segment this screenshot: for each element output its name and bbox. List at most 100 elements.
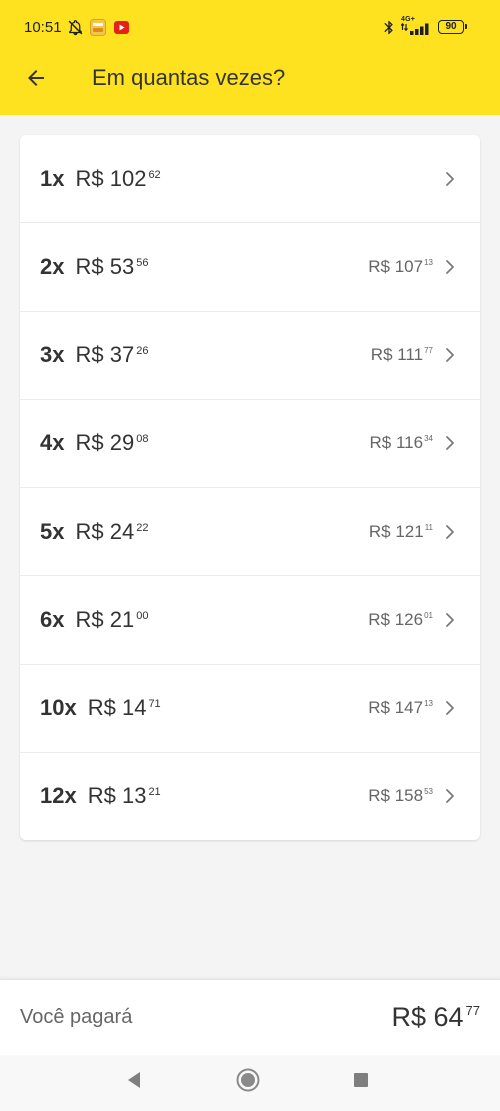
installment-amount: R$ 53 [75, 253, 135, 279]
installment-option-12x[interactable]: 12x R$ 13 21 R$ 158 53 [20, 753, 480, 840]
installment-total: R$ 147 13 [368, 698, 433, 718]
installment-right: R$ 147 13 [368, 698, 455, 718]
installment-count: 1x [40, 165, 65, 191]
installment-total: R$ 111 77 [371, 345, 433, 365]
installment-right: R$ 111 77 [371, 345, 455, 365]
app-notification-icon [90, 19, 106, 36]
chevron-right-icon [446, 348, 454, 363]
chevron-right-icon [446, 259, 454, 274]
installment-option-10x[interactable]: 10x R$ 14 71 R$ 147 13 [20, 665, 480, 753]
installment-amount: R$ 24 [75, 518, 135, 544]
installment-cents: 22 [136, 521, 149, 534]
installment-count: 6x [40, 606, 65, 632]
chevron-right-icon [446, 524, 454, 539]
installment-cents: 56 [136, 256, 149, 269]
app-header: 10:51 4G+ 90 Em quantas vezes? [0, 0, 500, 115]
installment-total: R$ 116 34 [370, 433, 433, 453]
installment-cents: 62 [148, 168, 161, 181]
chevron-right-icon [446, 701, 454, 716]
page-title: Em quantas vezes? [92, 65, 286, 90]
installment-value: 2x R$ 53 56 [40, 254, 148, 280]
installment-right: R$ 107 13 [368, 257, 455, 277]
installment-total-amount: R$ 116 [369, 433, 424, 453]
installment-amount: R$ 102 [75, 165, 147, 191]
nav-back-button[interactable] [120, 1069, 148, 1091]
installment-amount: R$ 37 [75, 342, 135, 368]
installment-count: 2x [40, 253, 65, 279]
installment-count: 3x [40, 342, 65, 368]
installment-option-2x[interactable]: 2x R$ 53 56 R$ 107 13 [20, 223, 480, 312]
installment-total-cents: 13 [424, 257, 433, 267]
installment-right: R$ 116 34 [370, 433, 455, 453]
installment-total-amount: R$ 121 [368, 521, 424, 541]
installment-total-cents: 13 [424, 699, 433, 709]
installment-option-3x[interactable]: 3x R$ 37 26 R$ 111 77 [20, 312, 480, 400]
installment-count: 10x [40, 695, 77, 721]
bluetooth-icon [384, 20, 393, 35]
nav-home-icon [236, 1068, 260, 1092]
nav-recents-button[interactable] [347, 1069, 375, 1091]
installment-amount: R$ 29 [75, 430, 135, 456]
installment-value: 12x R$ 13 21 [40, 783, 161, 809]
installment-right: R$ 121 11 [369, 522, 455, 542]
installment-total: R$ 121 11 [369, 522, 433, 542]
installment-total-amount: R$ 126 [368, 609, 424, 629]
installment-value: 4x R$ 29 08 [40, 430, 148, 456]
installment-value: 1x R$ 102 62 [40, 166, 161, 192]
installment-cents: 08 [136, 433, 149, 446]
installment-value: 10x R$ 14 71 [40, 695, 161, 721]
installment-total-cents: 34 [424, 434, 433, 444]
installment-total-amount: R$ 107 [368, 256, 424, 276]
installment-total: R$ 107 13 [368, 257, 433, 277]
installment-value: 5x R$ 24 22 [40, 519, 148, 545]
installment-value: 6x R$ 21 00 [40, 607, 148, 633]
chevron-right-icon [446, 612, 454, 627]
installment-total-amount: R$ 111 [370, 345, 424, 365]
installment-count: 12x [40, 783, 77, 809]
installment-option-4x[interactable]: 4x R$ 29 08 R$ 116 34 [20, 400, 480, 488]
total-amount-value: R$ 64 [391, 1002, 464, 1032]
installment-option-1x[interactable]: 1x R$ 102 62 [20, 135, 480, 224]
installment-amount: R$ 21 [75, 606, 135, 632]
status-time: 10:51 [24, 19, 62, 36]
installment-value: 3x R$ 37 26 [40, 342, 148, 368]
installment-total: R$ 158 53 [368, 786, 433, 806]
installment-option-6x[interactable]: 6x R$ 21 00 R$ 126 01 [20, 576, 480, 665]
installment-right: R$ 158 53 [368, 786, 455, 806]
nav-back-icon [128, 1072, 140, 1088]
total-amount: R$ 64 77 [391, 1002, 480, 1033]
battery-icon: 90 [438, 20, 467, 34]
installment-total-amount: R$ 158 [368, 786, 424, 806]
chevron-right-icon [446, 789, 454, 804]
installment-right [445, 171, 455, 187]
installment-option-5x[interactable]: 5x R$ 24 22 R$ 121 11 [20, 488, 480, 577]
installment-cents: 21 [148, 786, 161, 799]
payment-summary: Você pagará R$ 64 77 [0, 979, 500, 1055]
installment-count: 4x [40, 430, 65, 456]
installment-total: R$ 126 01 [368, 610, 433, 630]
installment-amount: R$ 13 [87, 783, 147, 809]
installment-cents: 26 [136, 345, 149, 358]
installment-right: R$ 126 01 [368, 610, 455, 630]
installment-total-cents: 53 [424, 787, 433, 797]
nav-home-button[interactable] [234, 1068, 262, 1092]
youtube-icon [114, 21, 129, 34]
installment-cents: 71 [148, 698, 161, 711]
installment-amount: R$ 14 [87, 695, 147, 721]
installment-total-cents: 77 [424, 346, 433, 356]
installment-total-amount: R$ 147 [368, 698, 424, 718]
nav-recents-icon [354, 1073, 368, 1087]
network-type: 4G+ [401, 16, 416, 23]
chevron-right-icon [446, 171, 454, 186]
arrow-left-icon [28, 70, 44, 86]
signal-icon [401, 23, 429, 35]
installments-list: 1x R$ 102 62 2x R$ 53 56 R$ 107 13 3x R$… [20, 135, 480, 840]
total-label: Você pagará [20, 1006, 133, 1028]
installment-cents: 00 [136, 609, 149, 622]
back-button[interactable] [22, 64, 50, 92]
system-nav-bar [0, 1055, 500, 1111]
total-amount-cents: 77 [465, 1003, 480, 1018]
battery-level: 90 [445, 21, 457, 32]
chevron-right-icon [446, 436, 454, 451]
installment-total-cents: 01 [424, 610, 433, 620]
